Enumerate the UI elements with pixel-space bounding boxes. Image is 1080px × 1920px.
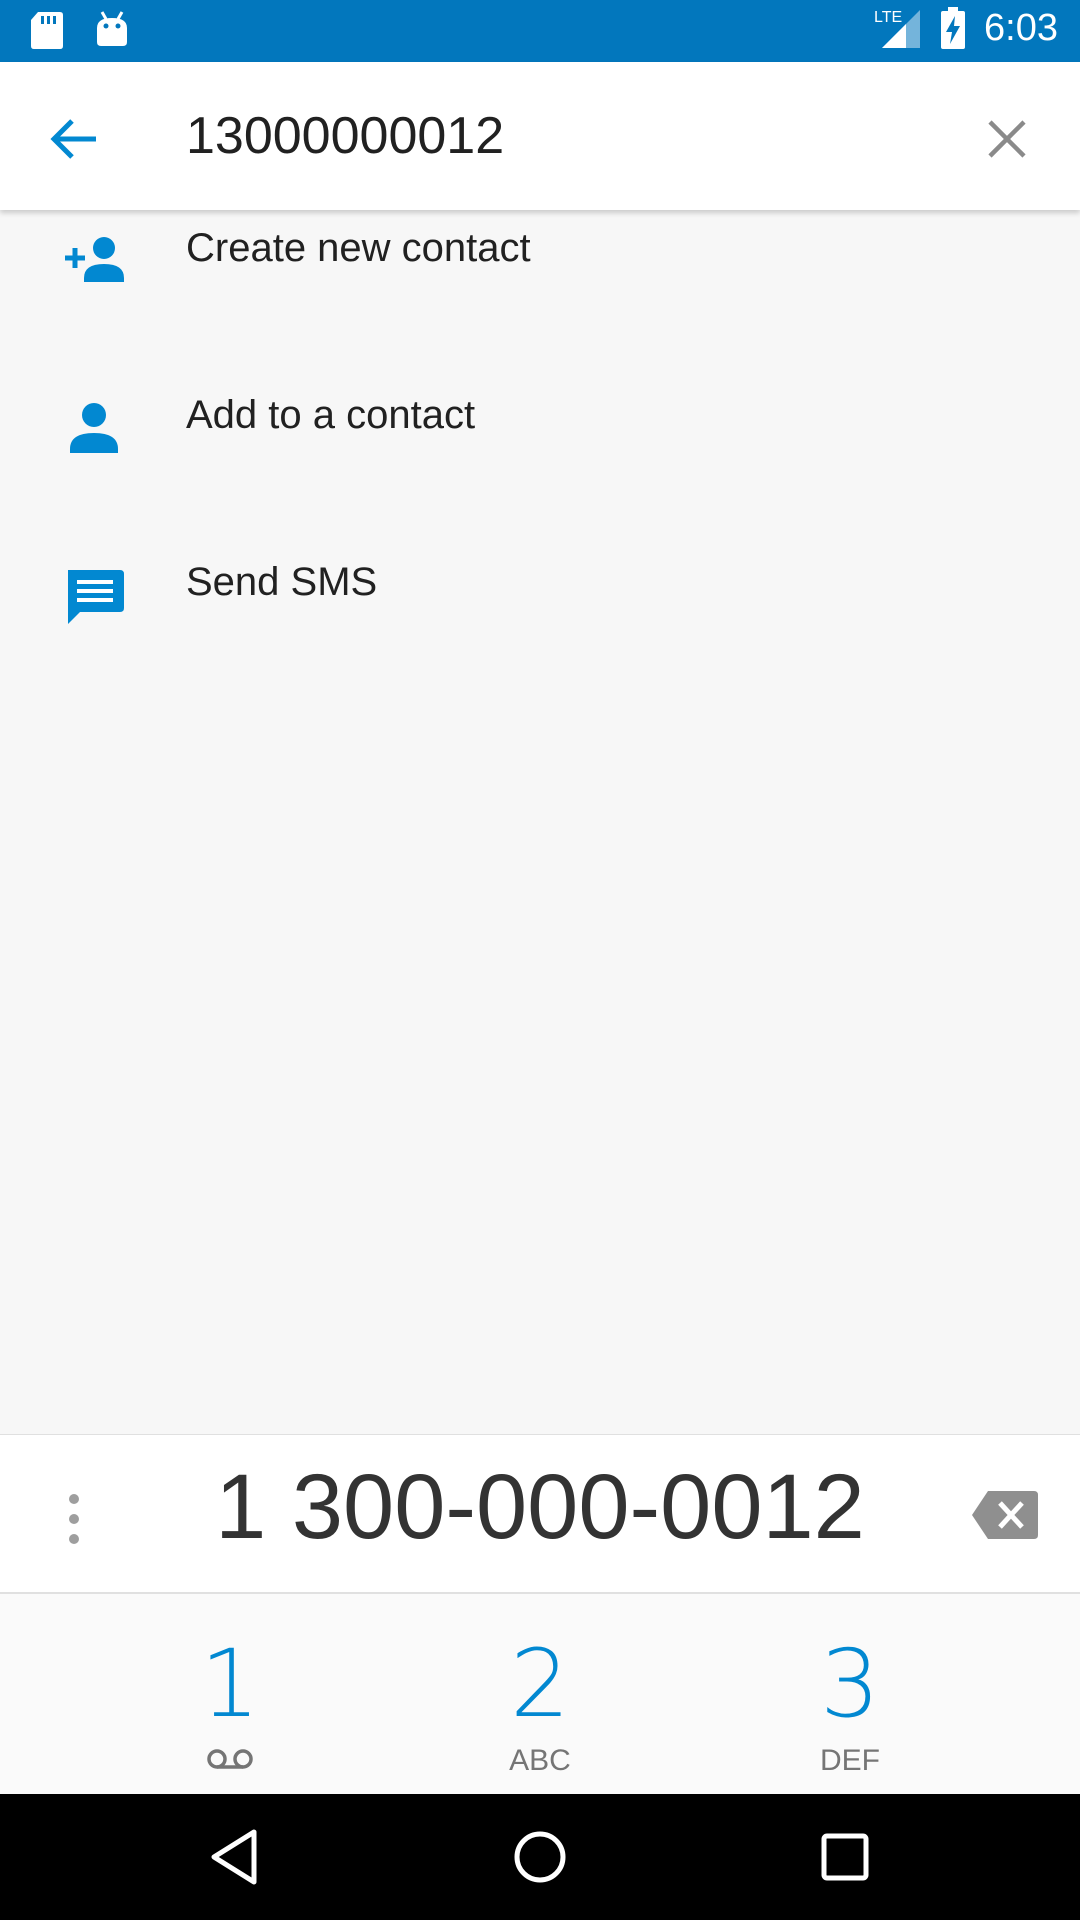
square-recents-icon (821, 1833, 869, 1881)
nav-home-button[interactable] (505, 1822, 575, 1892)
send-sms-item[interactable]: Send SMS (0, 544, 1080, 711)
back-button[interactable] (40, 104, 110, 174)
add-to-contact-item[interactable]: Add to a contact (0, 377, 1080, 544)
voicemail-icon (207, 1749, 253, 1769)
message-icon (68, 570, 124, 624)
add-to-contact-label: Add to a contact (186, 393, 476, 437)
person-add-icon (65, 237, 124, 282)
android-icon (97, 11, 127, 46)
arrow-back-icon (50, 119, 96, 159)
key-letters: DEF (820, 1744, 880, 1777)
nav-back-button[interactable] (200, 1822, 270, 1892)
svg-text:LTE: LTE (874, 9, 902, 26)
navigation-bar (0, 1794, 1080, 1920)
dialpad-key-3[interactable]: 3 DEF (700, 1594, 1000, 1794)
backspace-button[interactable] (970, 1489, 1040, 1541)
search-bar: 13000000012 (0, 62, 1080, 210)
close-icon (988, 120, 1026, 158)
status-right-icons: LTE 6:03 (874, 6, 1058, 50)
key-letters: ABC (509, 1744, 571, 1777)
dialer-digits-row: 1 300-000-0012 (0, 1434, 1080, 1594)
dialpad: 1 2 ABC 3 DEF (0, 1594, 1080, 1794)
person-icon (70, 403, 118, 453)
send-sms-label: Send SMS (186, 560, 378, 604)
triangle-back-icon (211, 1829, 257, 1885)
clear-search-button[interactable] (974, 106, 1040, 172)
dialpad-key-2[interactable]: 2 ABC (390, 1594, 690, 1794)
key-digit: 3 (820, 1630, 880, 1739)
create-new-contact-label: Create new contact (186, 226, 531, 270)
search-input[interactable]: 13000000012 (186, 106, 504, 166)
status-left-icons (30, 10, 130, 50)
backspace-icon (972, 1491, 1038, 1539)
battery-charging-icon (941, 7, 966, 49)
status-bar: LTE 6:03 (0, 0, 1080, 62)
sd-card-icon (31, 12, 63, 49)
create-new-contact-item[interactable]: Create new contact (0, 210, 1080, 377)
dialpad-key-1[interactable]: 1 (80, 1594, 380, 1794)
key-digit: 2 (510, 1630, 570, 1739)
circle-home-icon (514, 1831, 566, 1883)
status-time: 6:03 (984, 6, 1058, 49)
key-digit: 1 (200, 1630, 260, 1739)
nav-recents-button[interactable] (810, 1822, 880, 1892)
dialed-number[interactable]: 1 300-000-0012 (0, 1455, 1080, 1560)
lte-signal-icon: LTE (874, 9, 921, 48)
